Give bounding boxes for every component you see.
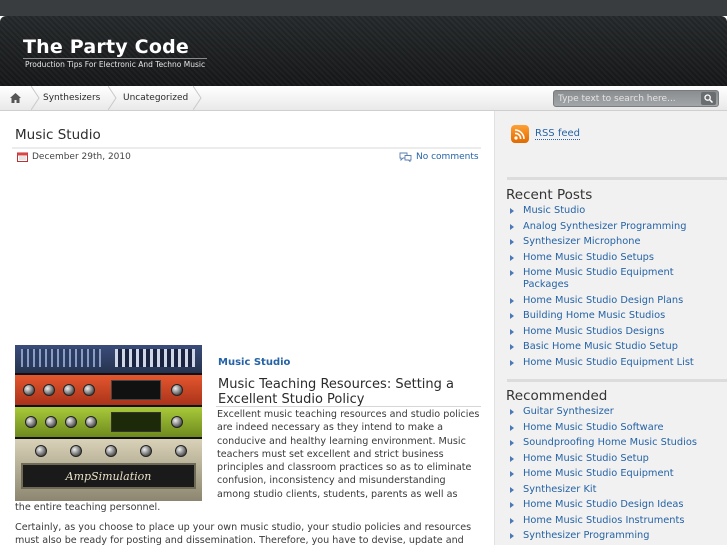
rack-unit: AmpSimulation <box>15 439 202 501</box>
list-item[interactable]: Home Music Studio Equipment List <box>507 357 719 369</box>
rack-unit <box>15 375 202 405</box>
post-title[interactable]: Music Studio <box>15 127 101 143</box>
comment-icon <box>399 152 412 162</box>
article-heading-divider <box>216 406 481 407</box>
sidebar-divider <box>507 177 727 180</box>
post-title-divider <box>12 147 481 149</box>
sidebar-divider <box>507 379 727 382</box>
rack-unit <box>15 345 202 373</box>
rss-feed-link[interactable]: RSS feed <box>511 125 580 143</box>
list-item[interactable]: Home Music Studio Setups <box>507 252 719 264</box>
list-item[interactable]: Home Music Studio Design Plans <box>507 295 719 307</box>
article-paragraph-tail: the entire teaching personnel. <box>15 502 161 513</box>
nav-separator <box>108 86 117 110</box>
rss-icon <box>511 125 529 143</box>
article-heading[interactable]: Music Teaching Resources: Setting a Exce… <box>218 377 480 407</box>
list-item[interactable]: Analog Synthesizer Programming <box>507 221 719 233</box>
post-comments-link[interactable]: No comments <box>416 152 479 162</box>
list-item[interactable]: Basic Home Music Studio Setup <box>507 341 719 353</box>
nav-separator <box>31 86 40 110</box>
list-item[interactable]: Home Music Studio Software <box>507 422 719 434</box>
post-category-link[interactable]: Music Studio <box>218 357 290 368</box>
nav-item-synthesizers[interactable]: Synthesizers <box>43 86 100 110</box>
recommended-heading: Recommended <box>506 388 608 404</box>
post-date-text: December 29th, 2010 <box>32 152 131 162</box>
post-comments[interactable]: No comments <box>399 152 479 162</box>
list-item[interactable]: Home Music Studios Instruments <box>507 515 719 527</box>
site-title[interactable]: The Party Code <box>23 36 189 58</box>
top-strip <box>0 0 727 16</box>
search-input[interactable] <box>558 91 698 106</box>
list-item[interactable]: Synthesizer Microphone <box>507 236 719 248</box>
article-paragraph: Excellent music teaching resources and s… <box>217 409 480 500</box>
sidebar: RSS feed Recent Posts Music Studio Analo… <box>494 111 727 545</box>
image-brand-text: AmpSimulation <box>65 469 152 483</box>
list-item[interactable]: Home Music Studio Design Ideas <box>507 499 719 511</box>
rss-feed-label[interactable]: RSS feed <box>535 128 580 140</box>
search-box <box>553 90 719 107</box>
list-item[interactable]: Home Music Studios Designs <box>507 326 719 338</box>
list-item[interactable]: Home Music Studio Equipment <box>507 468 719 480</box>
post-image[interactable]: AmpSimulation <box>15 345 202 501</box>
recommended-list: Guitar Synthesizer Home Music Studio Sof… <box>507 406 719 545</box>
list-item[interactable]: Synthesizer Programming <box>507 530 719 542</box>
post-date: December 29th, 2010 <box>17 152 131 162</box>
rack-unit <box>15 407 202 437</box>
title-divider <box>23 58 207 59</box>
nav-item-uncategorized[interactable]: Uncategorized <box>123 86 188 110</box>
nav-separator <box>193 86 202 110</box>
nav-bar: Synthesizers Uncategorized <box>0 86 727 111</box>
search-button[interactable] <box>701 92 716 105</box>
list-item[interactable]: Home Music Studio Setup <box>507 453 719 465</box>
list-item[interactable]: Home Music Studio Equipment Packages <box>507 267 719 291</box>
recent-posts-list: Music Studio Analog Synthesizer Programm… <box>507 205 719 372</box>
list-item[interactable]: Building Home Music Studios <box>507 310 719 322</box>
calendar-icon <box>17 152 28 162</box>
list-item[interactable]: Music Studio <box>507 205 719 217</box>
home-icon <box>10 93 21 103</box>
list-item[interactable]: Soundproofing Home Music Studios <box>507 437 719 449</box>
list-item[interactable]: Guitar Synthesizer <box>507 406 719 418</box>
nav-home[interactable] <box>0 86 31 110</box>
recent-posts-heading: Recent Posts <box>506 187 593 203</box>
list-item[interactable]: Synthesizer Kit <box>507 484 719 496</box>
site-header: The Party Code Production Tips For Elect… <box>0 16 727 86</box>
site-tagline: Production Tips For Electronic And Techn… <box>25 60 206 69</box>
article-paragraph: Certainly, as you choose to place up you… <box>15 522 472 545</box>
search-icon <box>704 94 713 103</box>
